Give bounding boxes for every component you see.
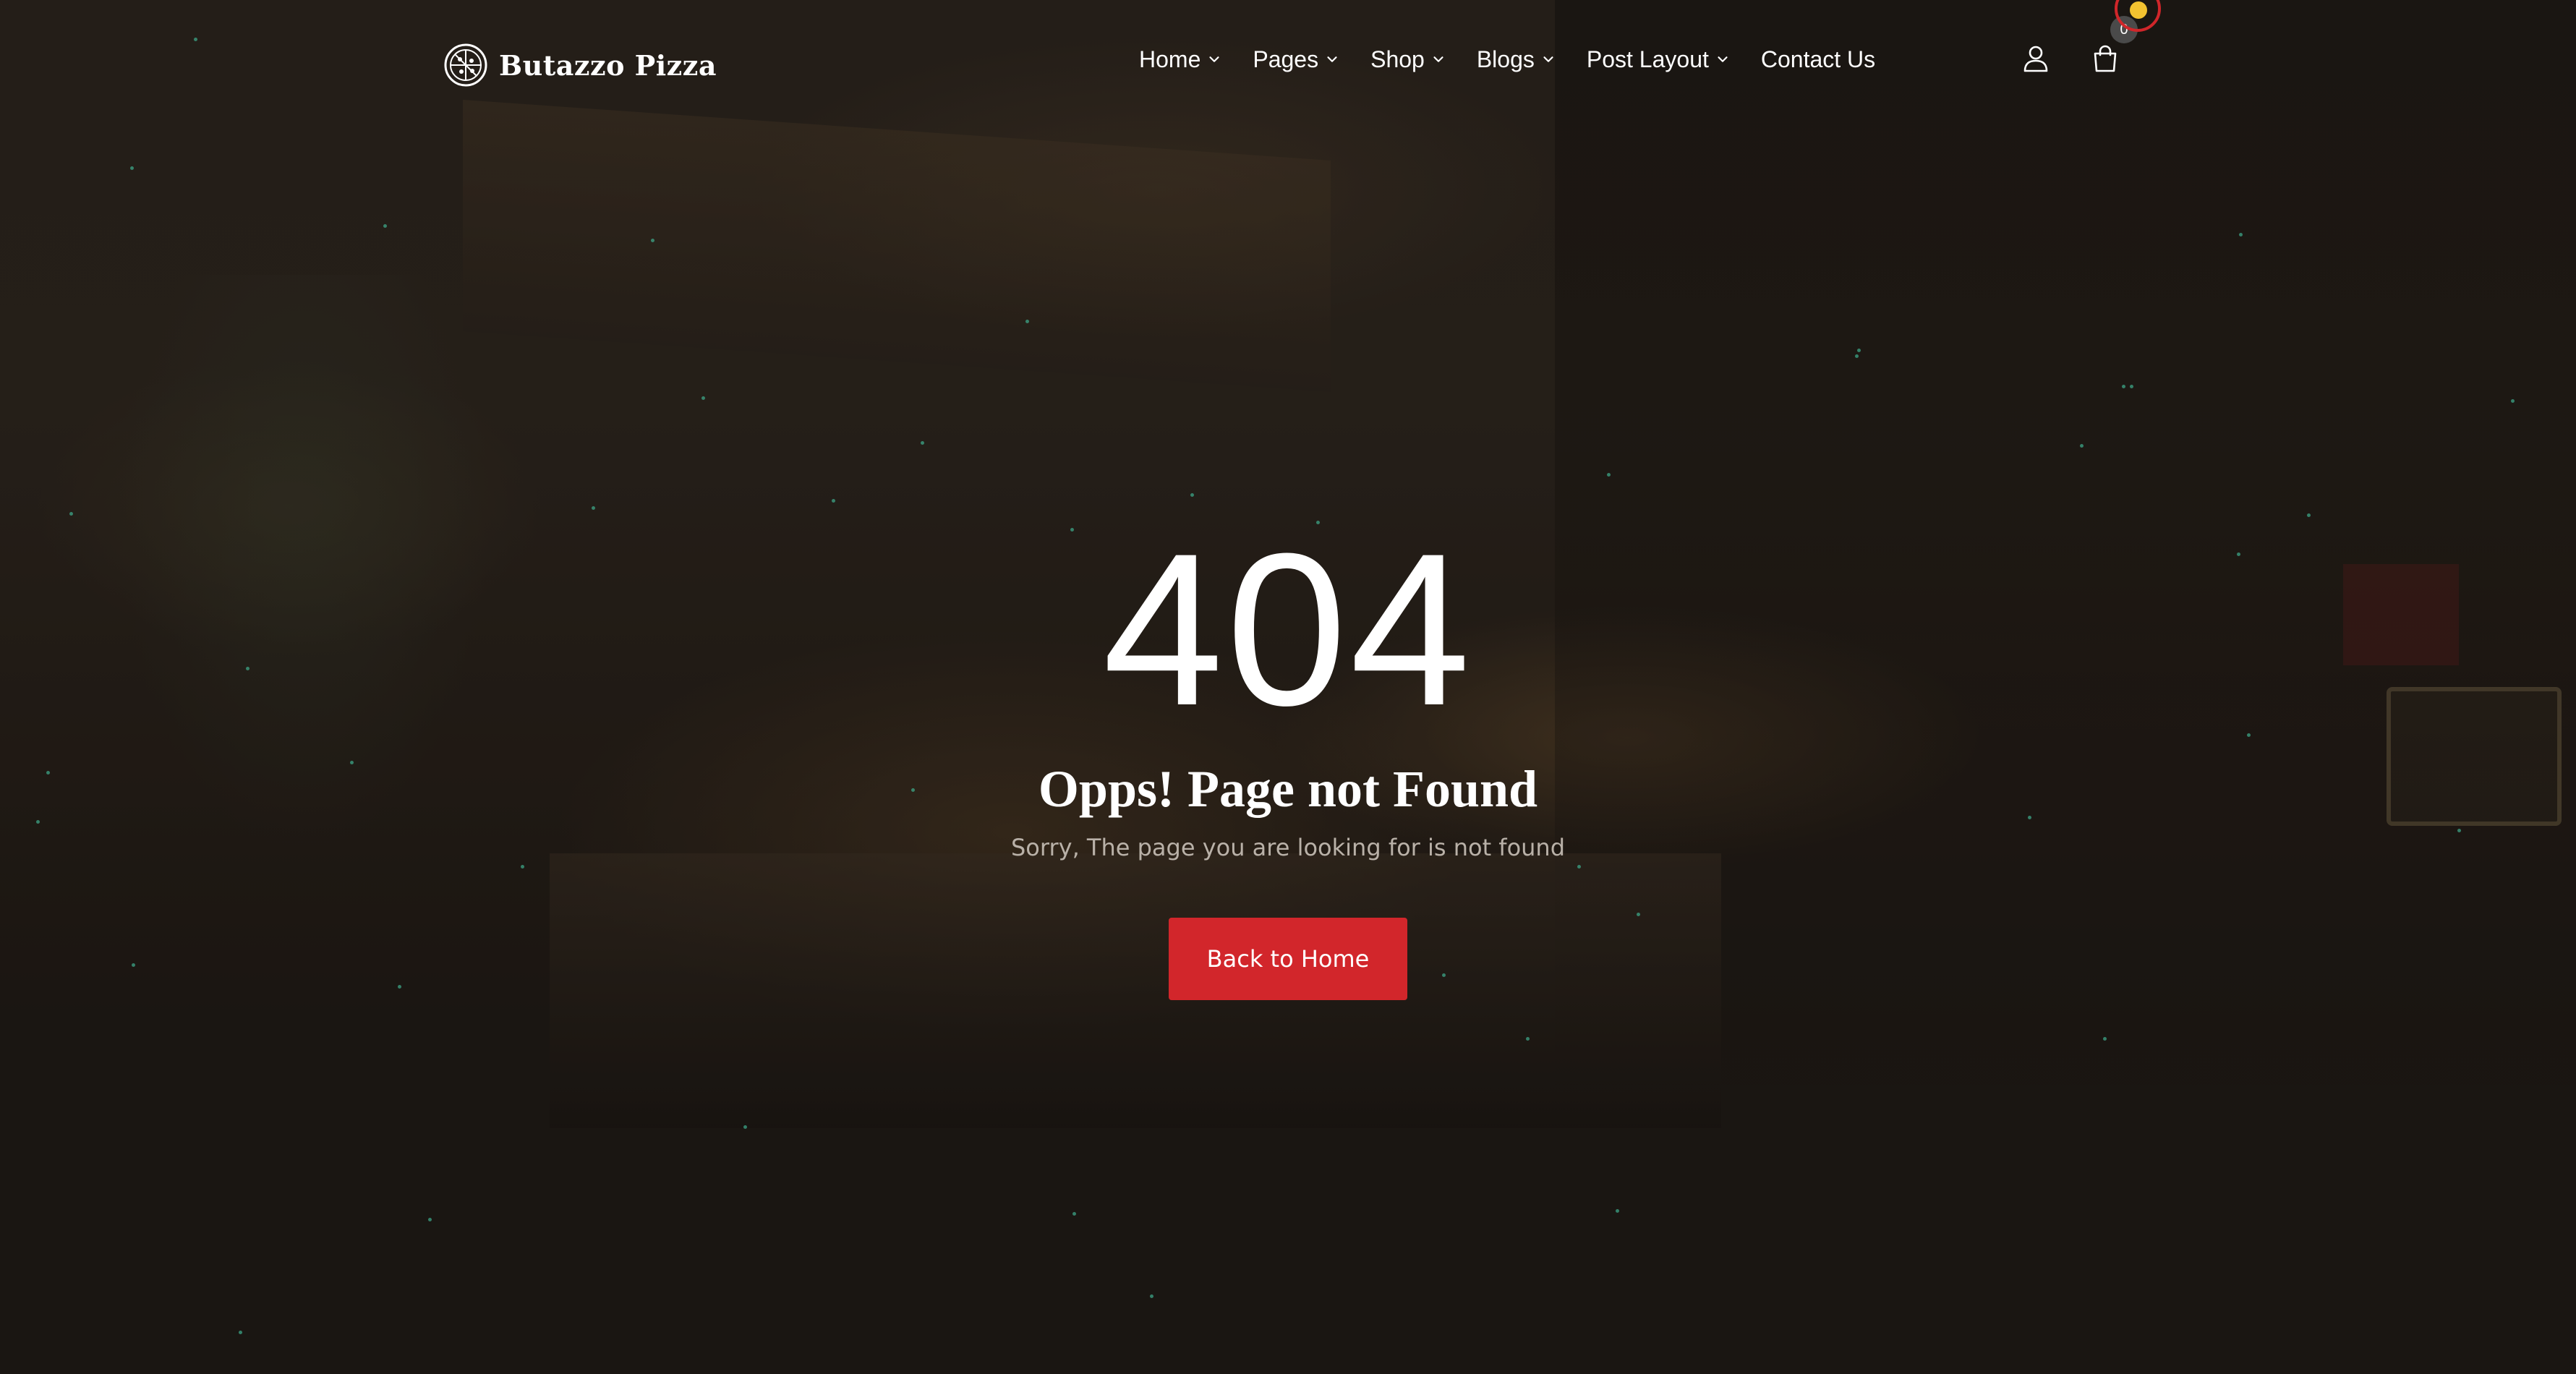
particle-dot (1526, 1037, 1530, 1041)
particle-dot (701, 396, 705, 400)
particle-dot (2122, 385, 2125, 388)
back-to-home-button[interactable]: Back to Home (1169, 918, 1407, 1000)
chevron-down-icon (1433, 56, 1443, 62)
nav-item-shop[interactable]: Shop (1370, 46, 1446, 73)
chevron-down-icon (1209, 56, 1219, 62)
particle-dot (428, 1218, 432, 1221)
particle-dot (2307, 513, 2311, 517)
particle-dot (1072, 1212, 1076, 1216)
cursor-dot (2130, 1, 2147, 19)
user-icon[interactable] (2019, 42, 2052, 75)
nav-item-blogs[interactable]: Blogs (1477, 46, 1556, 73)
nav-item-home[interactable]: Home (1139, 46, 1222, 73)
nav-item-label: Blogs (1476, 46, 1535, 72)
particle-dot (130, 166, 134, 170)
error-code: 404 (1102, 508, 1474, 751)
header-actions: 0 (2019, 16, 2138, 75)
particle-dot (1607, 473, 1611, 477)
chevron-down-icon (1327, 56, 1337, 62)
pizza-icon (444, 43, 487, 87)
particle-dot (651, 239, 654, 242)
error-title: Opps! Page not Found (1038, 760, 1538, 818)
particle-dot (2103, 1037, 2107, 1041)
particle-dot (2239, 233, 2243, 236)
error-page: Butazzo Pizza Home Pages Shop Blogs Post… (0, 0, 2576, 1374)
nav-item-pages[interactable]: Pages (1253, 46, 1340, 73)
nav-item-label: Pages (1253, 46, 1319, 72)
particle-dot (69, 512, 73, 516)
chevron-down-icon (1543, 56, 1553, 62)
nav-item-label: Shop (1370, 46, 1425, 72)
main-nav: Home Pages Shop Blogs Post Layout Contac… (1139, 42, 1875, 77)
nav-item-contact-us[interactable]: Contact Us (1761, 46, 1875, 73)
brand-name: Butazzo Pizza (499, 48, 717, 82)
error-content: 404 Opps! Page not Found Sorry, The page… (0, 521, 2576, 1000)
particle-dot (383, 224, 387, 228)
particle-dot (1855, 354, 1859, 358)
nav-item-label: Post Layout (1586, 46, 1709, 72)
particle-dot (1150, 1294, 1153, 1298)
error-message: Sorry, The page you are looking for is n… (1010, 834, 1566, 861)
site-header: Butazzo Pizza Home Pages Shop Blogs Post… (0, 0, 2576, 123)
particle-dot (2511, 399, 2515, 403)
brand-logo[interactable]: Butazzo Pizza (443, 42, 717, 88)
cart-button[interactable]: 0 (2089, 16, 2138, 75)
shopping-bag-icon (2094, 45, 2117, 72)
particle-dot (1190, 493, 1194, 497)
nav-item-post-layout[interactable]: Post Layout (1587, 46, 1731, 73)
particle-dot (592, 506, 595, 510)
particle-dot (1025, 320, 1029, 323)
particle-dot (1616, 1209, 1619, 1213)
particle-dot (2080, 444, 2084, 448)
particle-dot (1857, 349, 1861, 352)
nav-item-label: Home (1139, 46, 1201, 72)
particle-dot (2130, 385, 2133, 388)
chevron-down-icon (1718, 56, 1728, 62)
particle-dot (743, 1125, 747, 1129)
particle-dot (921, 441, 924, 445)
particle-dot (239, 1331, 242, 1334)
nav-item-label: Contact Us (1760, 46, 1876, 72)
particle-dot (832, 499, 835, 503)
